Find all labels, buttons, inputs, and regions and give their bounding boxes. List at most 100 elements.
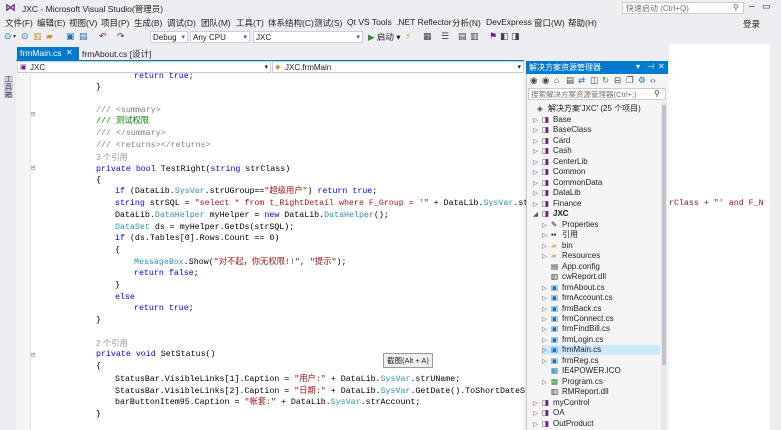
tree-item-folder[interactable]: ▷ ▰ Resources xyxy=(542,251,600,261)
startup-project-dropdown[interactable]: JXC ▾ xyxy=(253,31,363,43)
collapse-icon[interactable]: ⊟ xyxy=(31,351,35,360)
solution-explorer-search-input[interactable]: 搜索解决方案资源管理器(Ctrl+;) xyxy=(528,88,666,100)
uncomment-icon[interactable]: ▥ xyxy=(470,31,479,42)
tree-item-form[interactable]: ▷ ▣ frmBack.cs xyxy=(542,304,602,314)
tree-item-project[interactable]: ▷ ◨ Finance xyxy=(533,199,581,209)
menu-qt-vs-tools[interactable]: Qt VS Tools xyxy=(347,17,392,27)
comment-icon[interactable]: ▤ xyxy=(458,31,467,42)
open-file-icon[interactable]: ▰ xyxy=(46,31,53,42)
tree-item-file[interactable]: ▷ ▩ Program.cs xyxy=(542,377,603,387)
sign-in-link[interactable]: 登录 xyxy=(743,18,760,30)
tree-item-solution[interactable]: ◈ 解决方案'JXC' (25 个项目) xyxy=(528,104,641,114)
class-icon: ◆ xyxy=(275,64,281,71)
tree-item-project[interactable]: ▷ ◨ Base xyxy=(533,115,571,125)
properties-icon[interactable]: ⚙ xyxy=(638,75,646,86)
menu-tools[interactable]: 工具(T) xyxy=(236,17,264,29)
tree-item-form-selected[interactable]: ▷ ▣ frmMain.cs xyxy=(542,345,660,355)
tree-item-project[interactable]: ▷ ◨ OA xyxy=(533,408,565,418)
toolbox-tab[interactable]: 工具箱 xyxy=(4,76,13,99)
menu-edit[interactable]: 编辑(E) xyxy=(37,17,65,29)
sync-icon[interactable]: ⇄ xyxy=(578,75,585,86)
tree-item-form[interactable]: ▷ ▣ frmReg.cs xyxy=(542,356,598,366)
undo-icon[interactable]: ↶ xyxy=(99,31,107,42)
menu-architecture[interactable]: 体系结构(C) xyxy=(268,17,314,29)
tree-item-project[interactable]: ▷ ◨ Card xyxy=(533,136,570,146)
chevron-down-icon[interactable]: ▾ xyxy=(13,33,16,40)
close-icon[interactable]: ✕ xyxy=(658,62,665,71)
save-all-icon[interactable]: ▤ xyxy=(79,31,88,42)
tree-item-project[interactable]: ▷ ◨ BaseClass xyxy=(533,125,591,135)
collapse-icon[interactable]: ⊟ xyxy=(31,164,35,173)
forward-icon[interactable]: ⊙ xyxy=(21,31,29,42)
refresh-icon[interactable]: ↻ xyxy=(602,75,609,86)
tree-item-project[interactable]: ▷ ◨ Cash xyxy=(533,146,572,156)
tree-item-project-jxc[interactable]: ◢ ◨ JXC xyxy=(533,209,569,219)
tree-item-form[interactable]: ▷ ▣ frmLogin.cs xyxy=(542,335,603,345)
menu-project[interactable]: 项目(P) xyxy=(101,17,129,29)
tree-item-file[interactable]: ▦ IE4POWER.ICO xyxy=(542,366,621,376)
tree-item-form[interactable]: ▷ ▣ frmFindBill.cs xyxy=(542,324,610,334)
close-icon[interactable]: ✕ xyxy=(66,48,73,57)
tree-item-project[interactable]: ▷ ◨ DataLib xyxy=(533,188,581,198)
menu-window[interactable]: 窗口(W) xyxy=(534,17,565,29)
menu-file[interactable]: 文件(F) xyxy=(5,17,33,29)
tree-item-folder[interactable]: ▷ ▰ bin xyxy=(542,241,573,251)
menu-net-reflector[interactable]: .NET Reflector xyxy=(396,17,452,27)
back-icon[interactable]: ⊙ xyxy=(4,31,12,42)
tree-item-references[interactable]: ▷ ▪▪ 引用 xyxy=(542,230,578,240)
tree-item-project[interactable]: ▷ ◨ CommonData xyxy=(533,178,602,188)
tree-item-form[interactable]: ▷ ▣ frmAbout.cs xyxy=(542,283,605,293)
show-all-icon[interactable]: ▤ xyxy=(566,75,574,86)
redo-icon[interactable]: ↷ xyxy=(117,31,125,42)
dropdown-icon[interactable]: ▾ xyxy=(636,62,640,71)
quick-launch-input[interactable]: 快速启动 (Ctrl+Q) xyxy=(622,2,744,14)
menu-help[interactable]: 帮助(H) xyxy=(568,17,597,29)
tab-frmabout-designer[interactable]: frmAbout.cs [设计] xyxy=(82,48,151,60)
bookmark-next-icon[interactable]: ◨ xyxy=(511,31,520,42)
menu-team[interactable]: 团队(M) xyxy=(201,17,231,29)
tree-item-project[interactable]: ▷ ◨ CenterLib xyxy=(533,157,588,167)
menu-view[interactable]: 视图(V) xyxy=(69,17,97,29)
tree-item-project[interactable]: ▷ ◨ Common xyxy=(533,167,585,177)
search-icon[interactable]: ⚲ xyxy=(733,3,739,12)
type-navigation-dropdown[interactable]: ◆ JXC.frmMain ▾ xyxy=(272,61,524,73)
tree-item-project[interactable]: ▷ ◨ OutProduct xyxy=(533,419,593,429)
reference-count-link[interactable]: 2 个引用 xyxy=(96,338,128,349)
forward-icon[interactable]: ◉ xyxy=(542,75,549,86)
solution-platform-dropdown[interactable]: Any CPU ▾ xyxy=(190,31,250,43)
maximize-icon[interactable]: ▭ xyxy=(762,1,771,12)
menu-analyze[interactable]: 分析(N) xyxy=(452,17,481,29)
pin-icon[interactable]: ⊣ xyxy=(647,62,654,71)
find-icon[interactable]: ▦ xyxy=(423,31,432,42)
tree-item-form[interactable]: ▷ ▣ frmAccount.cs xyxy=(542,293,613,303)
bookmark-prev-icon[interactable]: ◧ xyxy=(500,31,509,42)
tree-item-properties[interactable]: ▷ ✎ Properties xyxy=(542,220,598,230)
browser-link-icon[interactable]: ⚡ xyxy=(405,31,411,42)
collapse-icon[interactable]: ⊟ xyxy=(31,110,35,119)
search-icon[interactable]: ⚲ xyxy=(654,89,660,98)
toolbar-options-icon[interactable]: ☰ xyxy=(441,31,449,42)
tree-item-file[interactable]: ▥ cwReport.dll xyxy=(542,272,606,282)
menu-debug[interactable]: 调试(D) xyxy=(167,17,196,29)
copy-icon[interactable]: ❐ xyxy=(626,75,634,86)
menu-devexpress[interactable]: DevExpress xyxy=(486,17,532,27)
tree-item-file[interactable]: ▤ App.config xyxy=(542,262,600,272)
solution-configuration-dropdown[interactable]: Debug ▾ xyxy=(150,31,188,43)
scrollbar-thumb[interactable] xyxy=(662,105,666,365)
home-icon[interactable]: ⌂ xyxy=(554,75,559,85)
new-project-icon[interactable]: ▥ xyxy=(33,31,42,42)
tree-item-form[interactable]: ▷ ▣ frmConnect.cs xyxy=(542,314,614,324)
pending-changes-icon[interactable]: ◫ xyxy=(590,75,598,86)
menu-build[interactable]: 生成(B) xyxy=(134,17,162,29)
reference-count-link[interactable]: 3 个引用 xyxy=(96,152,128,163)
collapse-all-icon[interactable]: ⊟ xyxy=(614,75,621,86)
start-debug-button[interactable]: ▶ 启动 ▾ xyxy=(368,31,401,43)
back-icon[interactable]: ◉ xyxy=(530,75,537,86)
tree-item-project[interactable]: ▷ ◨ myControl xyxy=(533,398,589,408)
minimize-icon[interactable]: – xyxy=(749,1,755,12)
view-code-icon[interactable]: ‹› xyxy=(650,75,656,85)
bookmark-icon[interactable]: ⚑ xyxy=(489,31,497,42)
menu-test[interactable]: 测试(S) xyxy=(314,17,342,29)
tree-item-file[interactable]: ▥ RMReport.dll xyxy=(542,387,609,397)
save-icon[interactable]: ▣ xyxy=(66,31,75,42)
